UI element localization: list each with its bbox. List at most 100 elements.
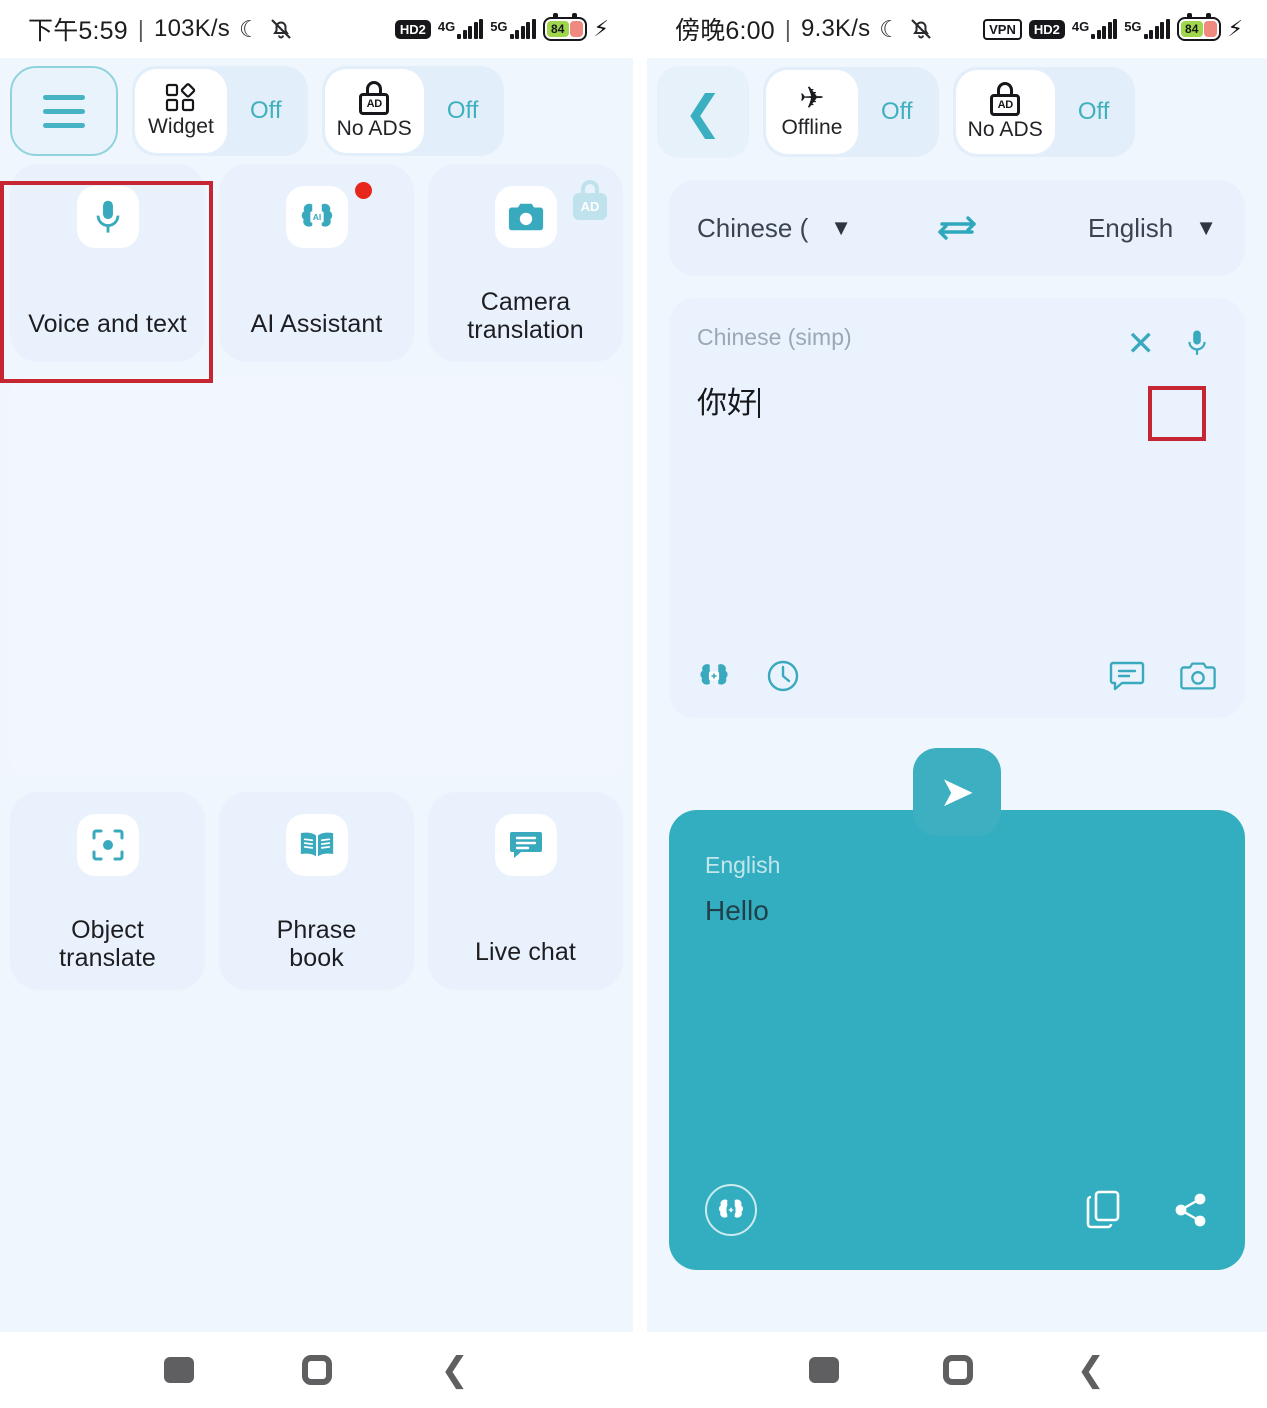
right-toolbar: ❮ ✈ Offline Off AD No ADS Off <box>647 58 1267 158</box>
card-camera-label-line2: translation <box>467 316 584 344</box>
result-text-value: Hello <box>705 895 769 926</box>
ai-brain-icon: AI <box>285 186 348 248</box>
widget-toggle-face: Widget <box>135 69 227 153</box>
card-object-label-line2: translate <box>59 944 156 972</box>
bell-muted-icon <box>909 17 933 41</box>
chat-icon <box>494 814 557 876</box>
card-phrase-book[interactable]: Phrase book <box>219 792 414 990</box>
right-status-bar: 傍晚6:00 | 9.3K/s ☾ VPN HD2 4G 5G 84 ⚡ <box>647 0 1267 58</box>
clock-time: 下午5:59 <box>28 17 128 45</box>
chevron-down-icon: ▼ <box>1195 215 1217 240</box>
back-button[interactable]: ❮ <box>657 66 749 158</box>
copy-icon[interactable] <box>1085 1190 1121 1230</box>
back-icon[interactable]: ❮ <box>440 1353 469 1387</box>
swap-arrows-icon[interactable] <box>934 212 980 244</box>
card-ai-assistant[interactable]: AI AI Assistant <box>219 164 414 362</box>
no-ads-toggle-state: Off <box>1077 98 1110 125</box>
offline-toggle-state: Off <box>881 98 913 125</box>
home-icon[interactable] <box>942 1355 973 1385</box>
feature-cards-top: Voice and text AI AI Assistant AD Camera… <box>0 156 633 362</box>
source-language-selector[interactable]: Chinese ( ▼ <box>697 213 887 244</box>
no-ads-toggle[interactable]: AD No ADS Off <box>321 66 505 156</box>
recent-apps-icon[interactable] <box>164 1357 195 1383</box>
card-camera-translation[interactable]: AD Camera translation <box>428 164 623 362</box>
send-button[interactable]: ➤ <box>913 748 1001 836</box>
moon-icon: ☾ <box>238 15 260 42</box>
language-selector-bar: Chinese ( ▼ English ▼ <box>669 180 1245 276</box>
history-clock-icon[interactable] <box>765 658 801 694</box>
no-ads-toggle-state: Off <box>446 97 479 124</box>
input-tools-right <box>1109 659 1217 693</box>
card-object-label-line1: Object <box>71 916 144 944</box>
moon-icon: ☾ <box>879 15 901 42</box>
svg-text:AI: AI <box>312 212 321 222</box>
menu-button[interactable] <box>10 66 118 156</box>
no-ads-toggle-face: AD No ADS <box>955 70 1055 154</box>
battery-level: 84 <box>1180 21 1203 37</box>
ad-placeholder[interactable] <box>10 376 625 776</box>
hd-badge: HD2 <box>1028 19 1065 39</box>
card-phrase-label-line2: book <box>289 944 344 972</box>
chat-icon[interactable] <box>1109 659 1145 693</box>
signal-4g: 4G <box>437 19 484 39</box>
card-camera-label-line1: Camera <box>480 288 571 316</box>
mic-input-button[interactable] <box>1177 324 1217 364</box>
card-phrase-label-line1: Phrase <box>276 916 357 944</box>
chevron-down-icon: ▼ <box>830 215 853 240</box>
source-text-value[interactable]: 你好 <box>697 378 1217 422</box>
network-speed: 9.3K/s <box>801 15 871 42</box>
signal-bars-4g <box>457 19 484 39</box>
source-card-actions: ✕ <box>1127 324 1218 364</box>
card-live-chat[interactable]: Live chat <box>428 792 623 990</box>
widget-icon <box>165 83 197 113</box>
signal-bars-5g <box>1143 19 1170 39</box>
card-ai-assistant-label: AI Assistant <box>250 310 383 338</box>
back-icon[interactable]: ❮ <box>1077 1353 1106 1387</box>
status-separator: | <box>784 15 792 42</box>
camera-icon[interactable] <box>1179 659 1217 693</box>
widget-toggle[interactable]: Widget Off <box>132 66 308 156</box>
ad-badge-label: AD <box>573 193 607 220</box>
left-phone-panel: 下午5:59 | 103K/s ☾ HD2 4G 5G 84 ⚡ Widget … <box>0 0 633 1408</box>
battery-level: 84 <box>546 21 569 37</box>
result-lang-label: English <box>705 852 781 878</box>
object-scan-icon <box>76 814 139 876</box>
vpn-badge: VPN <box>983 18 1022 40</box>
source-card-header: Chinese (simp) ✕ <box>697 324 1217 364</box>
camera-icon <box>494 186 557 248</box>
card-object-translate-label: Object translate <box>10 916 205 972</box>
signal-5g: 5G <box>490 19 536 39</box>
result-tools-right <box>1085 1190 1209 1230</box>
source-language-label: Chinese ( <box>697 212 809 243</box>
share-icon[interactable] <box>1173 1192 1209 1228</box>
target-language-selector[interactable]: English ▼ <box>1027 213 1217 244</box>
status-right-group: VPN HD2 4G 5G 84 ⚡ <box>983 13 1243 42</box>
target-language-label: English <box>1087 212 1174 243</box>
source-text-string: 你好 <box>697 386 757 421</box>
signal-5g-label: 5G <box>1124 19 1142 34</box>
card-camera-translation-label: Camera translation <box>428 288 623 344</box>
home-icon[interactable] <box>302 1355 333 1385</box>
recent-apps-icon[interactable] <box>808 1357 839 1383</box>
ai-brain-icon[interactable] <box>705 1184 757 1236</box>
panel-divider <box>633 0 647 1408</box>
card-phrase-book-label: Phrase book <box>219 916 414 972</box>
lock-ad-icon: AD <box>359 81 390 115</box>
dual-screenshot: 下午5:59 | 103K/s ☾ HD2 4G 5G 84 ⚡ Widget … <box>0 0 1267 1408</box>
ai-brain-icon[interactable] <box>697 659 731 693</box>
no-ads-toggle[interactable]: AD No ADS Off <box>952 67 1136 157</box>
offline-toggle-face: ✈ Offline <box>766 70 858 154</box>
book-icon <box>285 814 348 876</box>
source-text-card[interactable]: Chinese (simp) ✕ 你好 <box>669 298 1245 718</box>
card-object-translate[interactable]: Object translate <box>10 792 205 990</box>
offline-toggle[interactable]: ✈ Offline Off <box>763 67 939 157</box>
battery-empty <box>1203 21 1217 37</box>
card-voice-and-text[interactable]: Voice and text <box>10 164 205 362</box>
network-speed: 103K/s <box>154 15 230 42</box>
status-left-group: 傍晚6:00 | 9.3K/s ☾ <box>675 11 933 47</box>
source-lang-hint: Chinese (simp) <box>697 324 852 350</box>
status-separator: | <box>137 15 145 42</box>
signal-4g-label: 4G <box>437 19 456 34</box>
close-icon[interactable]: ✕ <box>1127 327 1156 361</box>
no-ads-toggle-face: AD No ADS <box>324 69 424 153</box>
